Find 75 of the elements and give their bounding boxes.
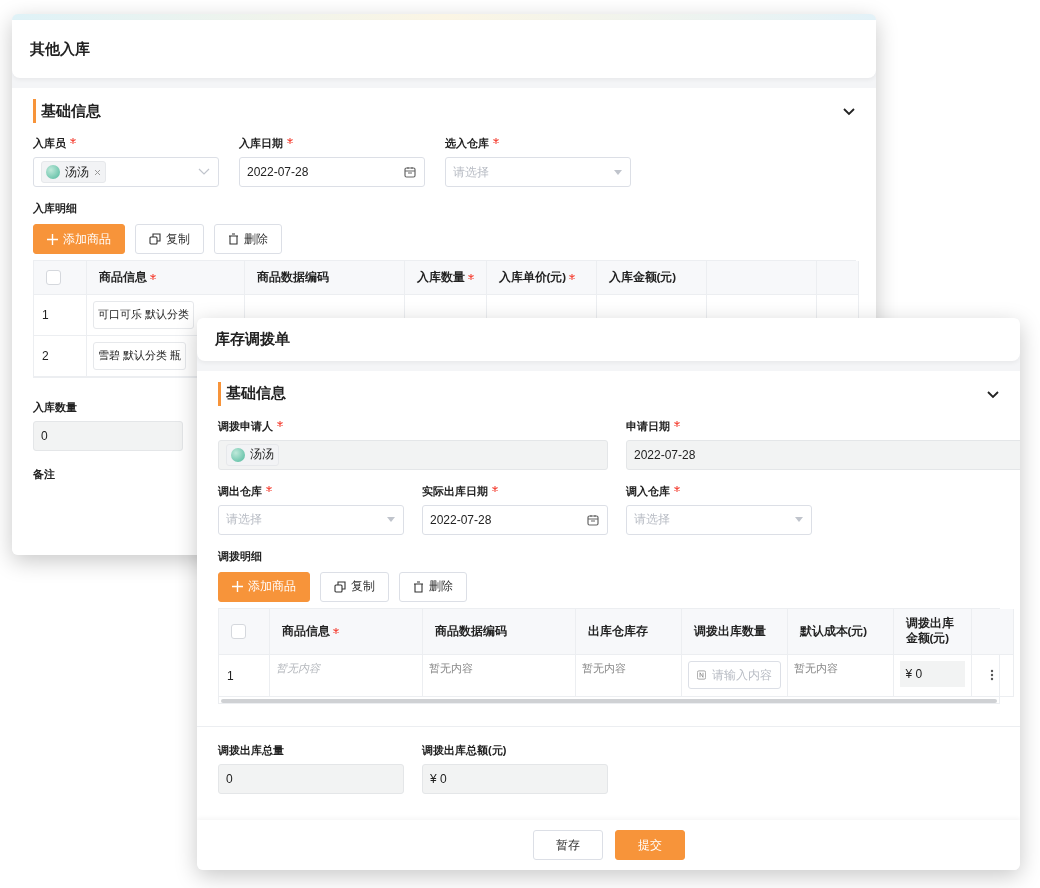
user-select-field[interactable]: 汤汤: [33, 157, 219, 187]
caret-down-icon: [614, 169, 622, 175]
table-cell: 暂无内容: [581, 662, 626, 674]
column-header: 入库单价(元): [498, 269, 567, 285]
readonly-field: 2022-07-28: [626, 439, 1020, 470]
user-tag: 汤汤: [226, 443, 279, 466]
window-title: 其他入库: [30, 39, 90, 59]
number-icon: [696, 669, 706, 681]
column-header: 商品信息: [98, 269, 147, 285]
amount-field: ¥ 0: [899, 661, 965, 687]
field-label: 入库员: [33, 136, 66, 150]
column-header: 商品信息: [281, 623, 330, 639]
save-draft-button[interactable]: 暂存: [532, 830, 603, 860]
delete-button[interactable]: 删除: [399, 571, 467, 602]
caret-down-icon: [795, 517, 803, 522]
select-all-checkbox[interactable]: [231, 623, 246, 639]
row-number: 1: [227, 668, 234, 683]
readonly-field: ¥ 0: [422, 764, 608, 794]
field-label: 选入仓库: [445, 136, 489, 150]
calendar-icon: [587, 513, 599, 526]
product-input[interactable]: 雪碧 默认分类 瓶: [92, 341, 186, 370]
calendar-icon: [404, 166, 416, 178]
section-title: 基础信息: [226, 384, 286, 403]
column-header: 出库仓库存: [587, 623, 648, 639]
copy-icon: [334, 580, 346, 593]
detail-label: 调拨明细: [218, 548, 263, 564]
field-label: 实际出库日期: [422, 483, 488, 498]
date-field[interactable]: 2022-07-28: [422, 504, 608, 535]
field-label: 调拨出库总量: [218, 743, 284, 757]
row-number: 1: [42, 307, 49, 322]
chevron-down-icon: [198, 168, 210, 176]
accent-bar: [218, 381, 221, 406]
readonly-field: 0: [218, 764, 404, 794]
delete-button[interactable]: 删除: [214, 224, 282, 254]
accent-bar: [33, 99, 36, 123]
caret-down-icon: [387, 517, 395, 522]
column-header: 商品数据编码: [256, 269, 329, 285]
section-title: 基础信息: [41, 101, 101, 121]
table-cell: 暂无内容: [275, 662, 320, 674]
row-number: 2: [42, 348, 49, 363]
copy-icon: [149, 233, 161, 245]
select-all-checkbox[interactable]: [46, 269, 61, 285]
field-label: 入库数量: [33, 399, 77, 414]
column-header: 入库数量: [416, 269, 465, 285]
field-label: 调拨申请人: [218, 418, 273, 433]
trash-icon: [228, 233, 239, 245]
field-label: 调出仓库: [218, 483, 262, 498]
readonly-field: 0: [33, 420, 183, 451]
plus-icon: [47, 233, 58, 245]
date-field[interactable]: 2022-07-28: [239, 157, 425, 187]
scrollbar[interactable]: [221, 699, 997, 703]
product-input[interactable]: 可口可乐 默认分类: [92, 300, 194, 329]
column-header: 入库金额(元): [608, 269, 677, 285]
trash-icon: [413, 580, 424, 593]
close-icon[interactable]: [94, 168, 101, 176]
window-title: 库存调拨单: [215, 329, 290, 349]
avatar-icon: [46, 165, 60, 179]
field-label: 调入仓库: [626, 483, 670, 498]
copy-button[interactable]: 复制: [135, 224, 204, 254]
user-tag: 汤汤: [41, 161, 106, 183]
field-label: 调拨出库总额(元): [422, 743, 507, 757]
plus-icon: [232, 581, 243, 592]
field-label: 备注: [33, 466, 56, 482]
column-header: 商品数据编码: [434, 623, 507, 639]
copy-button[interactable]: 复制: [320, 571, 389, 602]
more-icon[interactable]: [990, 669, 994, 681]
table-cell: 暂无内容: [793, 662, 838, 674]
column-header: 默认成本(元): [799, 623, 868, 639]
table-cell: 暂无内容: [428, 662, 473, 674]
field-label: 入库日期: [239, 136, 283, 150]
avatar-icon: [231, 447, 245, 462]
column-header: 调拨出库数量: [693, 623, 766, 639]
field-label: 申请日期: [626, 418, 670, 433]
column-header: 调拨出库金额(元): [905, 616, 955, 647]
detail-label: 入库明细: [33, 201, 78, 216]
